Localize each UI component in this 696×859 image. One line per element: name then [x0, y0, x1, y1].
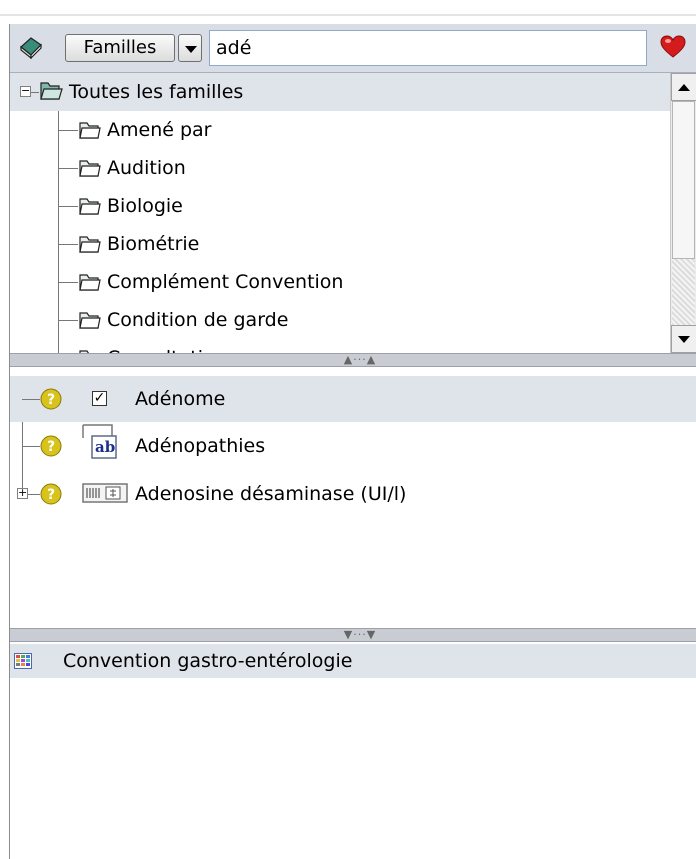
splitter-upper[interactable]: ▲···▲: [10, 353, 696, 367]
tree-item-label: Condition de garde: [107, 309, 289, 331]
result-row-adenosine[interactable]: + ? Adenosine désaminase (UI/l): [10, 472, 696, 516]
result-row-adenome[interactable]: ? ✓ Adénome: [10, 376, 696, 422]
question-icon: ?: [40, 388, 62, 410]
ab-text-label: ab: [95, 438, 116, 456]
tree-item-label: Complément Convention: [107, 271, 344, 293]
svg-text:?: ?: [47, 439, 55, 455]
folder-icon: [79, 274, 101, 291]
results-tree: ? ✓ Adénome ? ab Adénopathies + ? Adenos…: [10, 368, 696, 626]
scroll-down-arrow-icon[interactable]: [671, 325, 696, 353]
tree-label-root: Toutes les familles: [69, 81, 244, 103]
checkbox-icon[interactable]: ✓: [92, 391, 107, 406]
tree-item-label: Consultation: [107, 339, 227, 353]
tree-item-label: Audition: [107, 157, 186, 179]
families-scrollbar[interactable]: [670, 73, 696, 353]
lower-list: Convention gastro-entérologie: [10, 644, 696, 859]
splitter-grip-up-icon[interactable]: ▲···▲: [330, 354, 390, 366]
book-icon[interactable]: [18, 35, 44, 59]
tree-item-audition[interactable]: Audition: [10, 149, 670, 187]
top-strip: [0, 0, 696, 16]
svg-text:?: ?: [47, 392, 55, 408]
heart-icon[interactable]: [660, 35, 686, 59]
tree-item-consultation[interactable]: Consultation: [10, 339, 670, 353]
scroll-thumb[interactable]: [672, 101, 695, 259]
folder-icon: [79, 312, 101, 329]
splitter-grip-down-icon[interactable]: ▼···▼: [330, 629, 390, 641]
question-icon: ?: [40, 435, 62, 457]
scroll-up-arrow-icon[interactable]: [671, 73, 696, 101]
scroll-track[interactable]: [672, 259, 695, 325]
chevron-down-icon[interactable]: [178, 34, 202, 62]
numeric-field-icon: [82, 483, 128, 503]
result-label: Adénopathies: [135, 435, 266, 457]
folder-icon: [79, 198, 101, 215]
folder-open-icon: [40, 82, 63, 100]
splitter-lower[interactable]: ▼···▼: [10, 628, 696, 642]
folder-icon: [79, 160, 101, 177]
list-item-convention[interactable]: Convention gastro-entérologie: [10, 644, 696, 678]
grid-icon: [14, 653, 32, 669]
folder-icon: [79, 122, 101, 139]
result-label: Adénome: [135, 388, 226, 410]
tree-item-amene-par[interactable]: Amené par: [10, 111, 670, 149]
tree-item-label: Biométrie: [107, 233, 200, 255]
result-row-adenopathies[interactable]: ? ab Adénopathies: [10, 424, 696, 468]
tree-row-root[interactable]: − Toutes les familles: [10, 73, 670, 111]
search-input[interactable]: [209, 30, 647, 66]
tree-item-biometrie[interactable]: Biométrie: [10, 225, 670, 263]
list-item-label: Convention gastro-entérologie: [63, 650, 353, 672]
result-label: Adenosine désaminase (UI/l): [135, 483, 407, 505]
tree-item-label: Amené par: [107, 119, 212, 141]
tree-item-complement-convention[interactable]: Complément Convention: [10, 263, 670, 301]
folder-icon: [79, 236, 101, 253]
families-tree: − Toutes les familles Amené par Audition…: [10, 73, 670, 353]
tree-item-label: Biologie: [107, 195, 183, 217]
family-selector-button[interactable]: Familles: [65, 34, 175, 62]
tree-item-biologie[interactable]: Biologie: [10, 187, 670, 225]
collapse-icon[interactable]: −: [20, 85, 31, 97]
expand-icon[interactable]: +: [17, 487, 28, 499]
svg-text:?: ?: [47, 487, 55, 503]
tree-item-condition-de-garde[interactable]: Condition de garde: [10, 301, 670, 339]
question-icon: ?: [40, 483, 62, 505]
